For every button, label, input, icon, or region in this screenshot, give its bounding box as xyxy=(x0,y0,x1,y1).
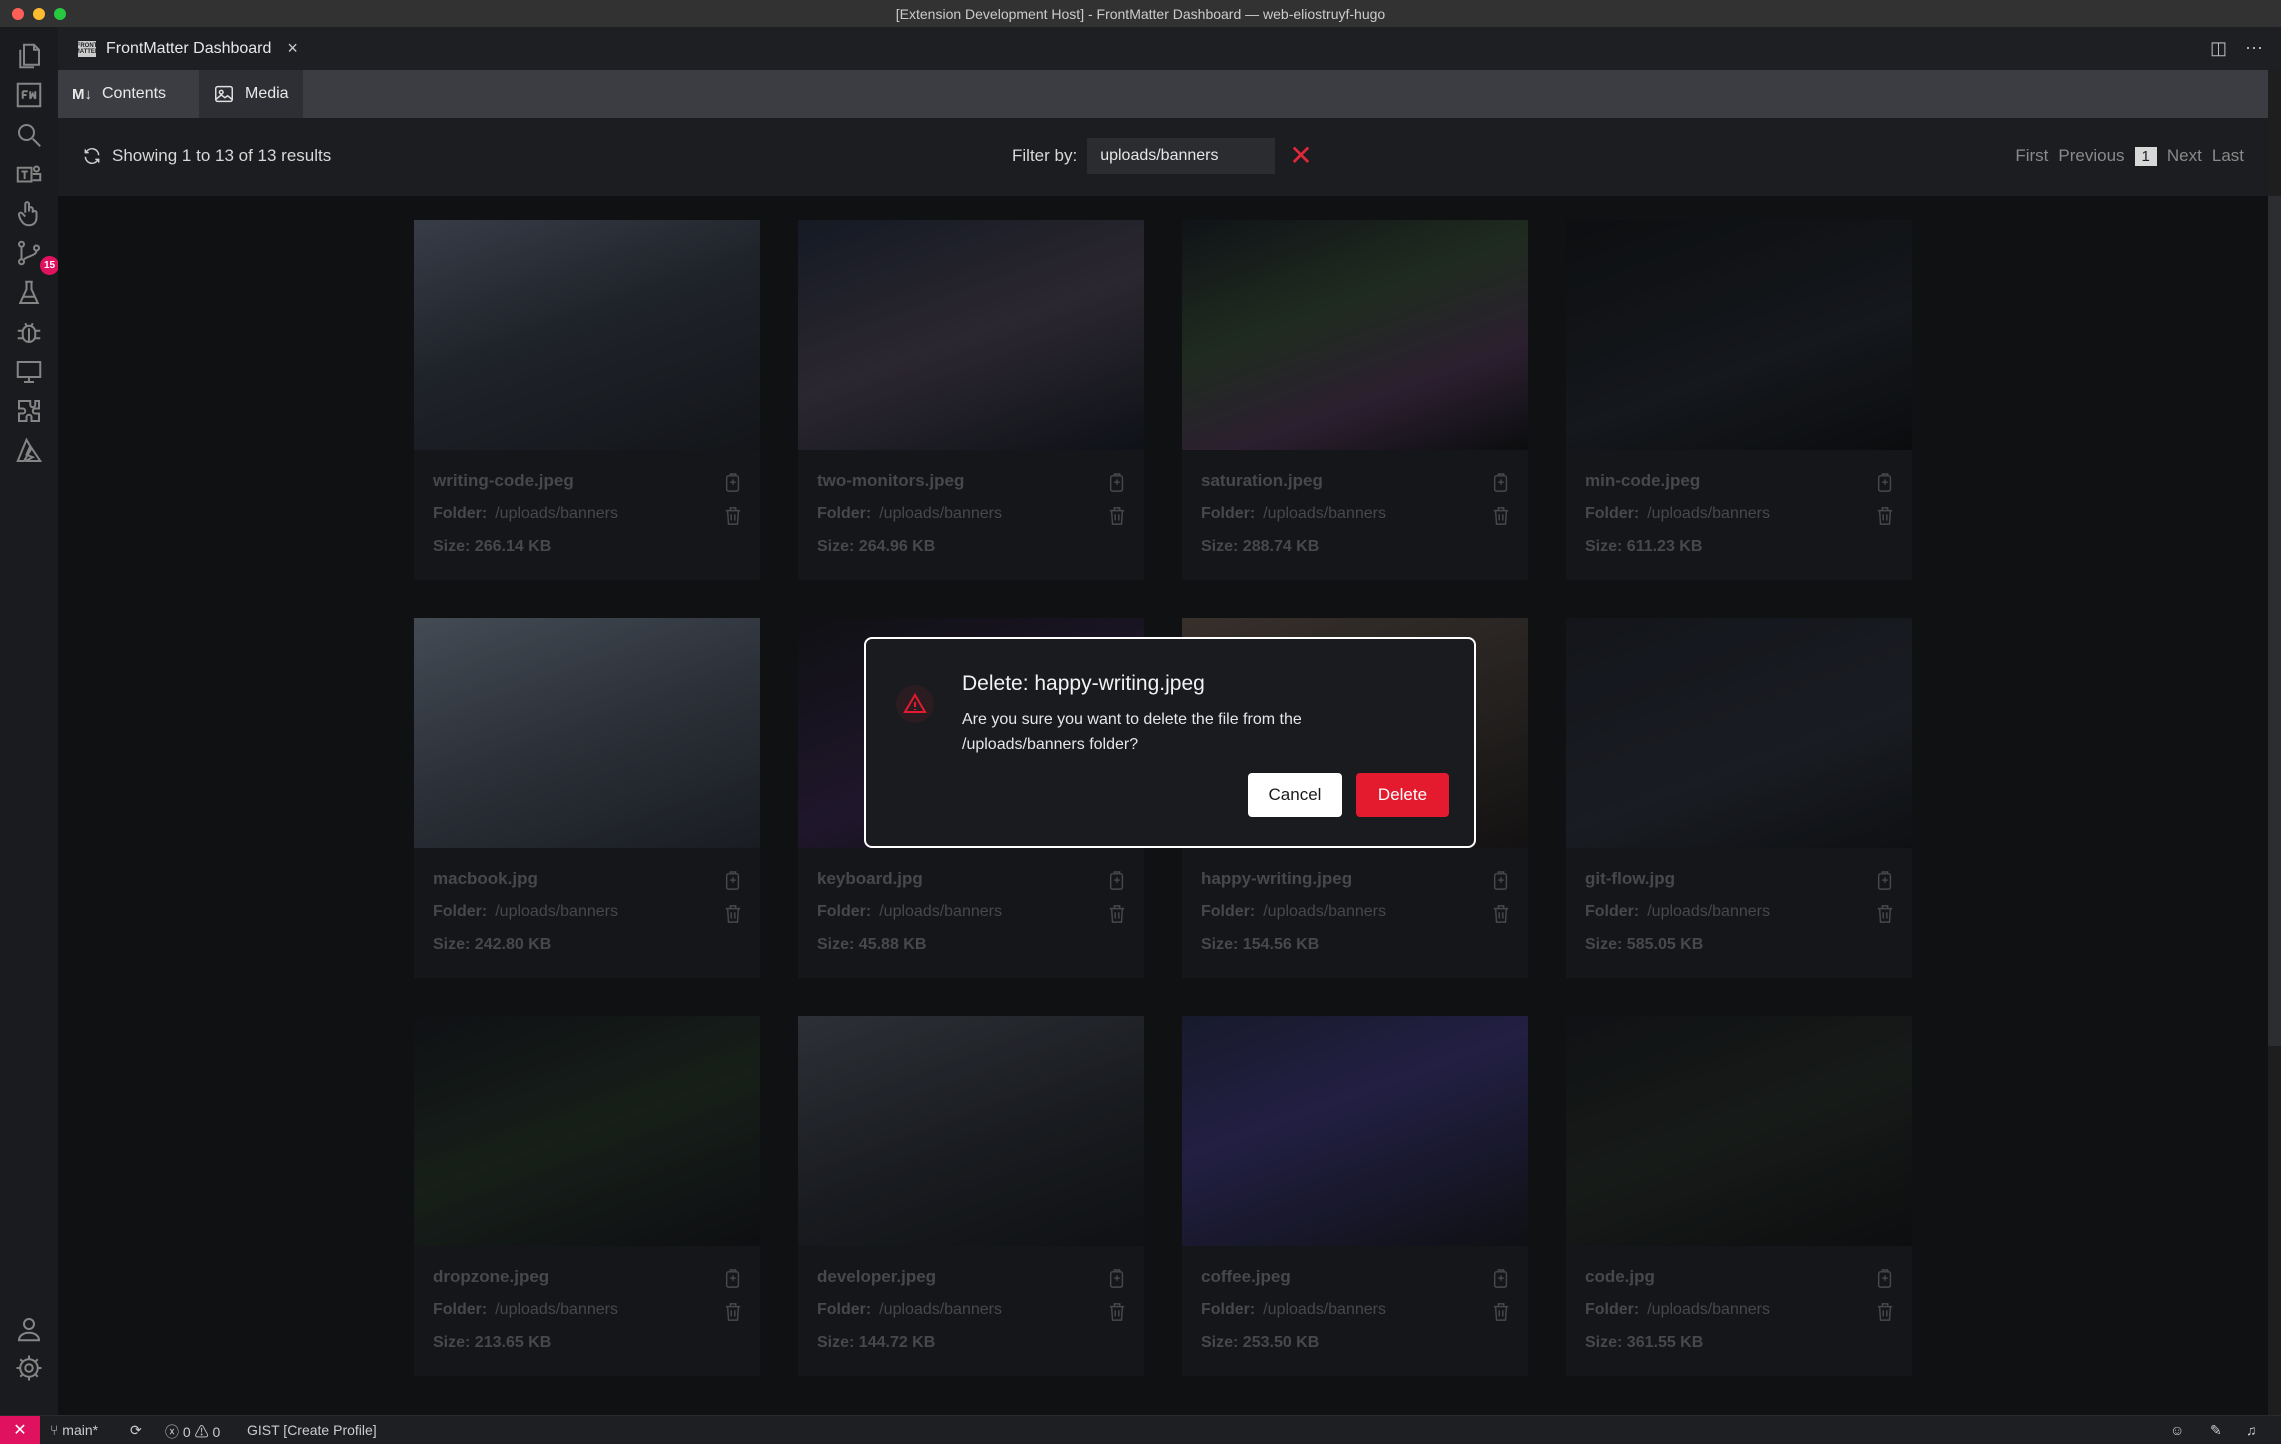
error-icon: ⓧ xyxy=(165,1424,179,1440)
extensions-icon[interactable] xyxy=(13,395,45,427)
tab-frontmatter-dashboard[interactable]: FRONT MATTER FrontMatter Dashboard × xyxy=(68,27,310,70)
tab-contents[interactable]: M↓ Contents xyxy=(58,70,180,118)
branch-name: main* xyxy=(62,1422,99,1438)
results-count: Showing 1 to 13 of 13 results xyxy=(112,146,332,165)
maximize-window-button[interactable] xyxy=(54,8,66,20)
title-bar: [Extension Development Host] - FrontMatt… xyxy=(0,0,2281,27)
pager-current[interactable]: 1 xyxy=(2134,146,2157,166)
refresh-icon[interactable] xyxy=(82,146,102,166)
pager-next[interactable]: Next xyxy=(2167,146,2202,166)
window-title: [Extension Development Host] - FrontMatt… xyxy=(895,5,1386,22)
testing-icon[interactable] xyxy=(13,277,45,309)
close-window-button[interactable] xyxy=(12,8,24,20)
dialog-title: Delete: happy-writing.jpeg xyxy=(962,672,1205,695)
more-actions-icon[interactable]: ⋯ xyxy=(2245,38,2263,59)
pagination: First Previous 1 Next Last xyxy=(2015,146,2244,166)
status-bar: ✕ ⑂ main* ⟳ ⓧ 0 ⚠ 0 GIST [Create Profile… xyxy=(0,1415,2281,1444)
media-toolbar: Showing 1 to 13 of 13 results Filter by:… xyxy=(58,118,2268,197)
pager-first[interactable]: First xyxy=(2015,146,2048,166)
markdown-icon: M↓ xyxy=(72,85,92,103)
cancel-button[interactable]: Cancel xyxy=(1248,773,1342,817)
filter-label: Filter by: xyxy=(1012,146,1078,165)
tab-contents-label: Contents xyxy=(102,85,167,102)
image-icon xyxy=(215,85,233,103)
branch-icon: ⑂ xyxy=(50,1422,59,1438)
window-controls[interactable] xyxy=(12,8,66,20)
scrollbar-thumb[interactable] xyxy=(2268,196,2281,1046)
remote-indicator-icon[interactable]: ✕ xyxy=(0,1416,40,1444)
filter-group: Filter by: uploads/banners ✕ xyxy=(1012,138,1313,174)
close-icon[interactable]: × xyxy=(287,38,298,59)
delete-dialog: Delete: happy-writing.jpeg Are you sure … xyxy=(864,637,1476,848)
pager-previous[interactable]: Previous xyxy=(2058,146,2124,166)
tab-media[interactable]: Media xyxy=(199,70,303,118)
dialog-message: Are you sure you want to delete the file… xyxy=(962,711,1302,753)
warning-count: 0 xyxy=(212,1424,221,1440)
settings-gear-icon[interactable] xyxy=(13,1352,45,1384)
filter-input[interactable]: uploads/banners xyxy=(1087,138,1276,174)
pointer-icon[interactable] xyxy=(13,198,45,230)
frontmatter-logo-icon: FRONT MATTER xyxy=(74,40,100,57)
tab-media-label: Media xyxy=(245,85,289,102)
source-control-icon[interactable]: 15 xyxy=(13,237,59,275)
activity-bar: 15 xyxy=(0,27,59,1415)
minimize-window-button[interactable] xyxy=(33,8,45,20)
debug-icon[interactable] xyxy=(13,316,45,348)
account-icon[interactable] xyxy=(13,1313,45,1345)
tab-label: FrontMatter Dashboard xyxy=(106,39,272,57)
frontmatter-icon[interactable] xyxy=(13,79,45,111)
feedback-icon[interactable]: ✎ xyxy=(2210,1422,2222,1439)
remote-explorer-icon[interactable] xyxy=(13,356,45,388)
delete-button[interactable]: Delete xyxy=(1356,773,1449,817)
azure-icon[interactable] xyxy=(13,435,45,467)
teams-icon[interactable] xyxy=(13,158,45,190)
copilot-icon[interactable]: ☺ xyxy=(2170,1422,2184,1438)
clear-filter-icon[interactable]: ✕ xyxy=(1289,142,1312,170)
source-control-badge: 15 xyxy=(40,256,59,275)
explorer-icon[interactable] xyxy=(13,40,45,72)
pager-last[interactable]: Last xyxy=(2212,146,2244,166)
warning-small-icon: ⚠ xyxy=(194,1424,209,1440)
error-count: 0 xyxy=(182,1424,191,1440)
notifications-bell-icon[interactable]: ♫ xyxy=(2246,1422,2257,1438)
results-summary: Showing 1 to 13 of 13 results xyxy=(82,146,331,166)
gist-profile[interactable]: GIST [Create Profile] xyxy=(247,1422,377,1438)
problems-indicator[interactable]: ⓧ 0 ⚠ 0 xyxy=(165,1422,220,1442)
editor-actions: ◫ ⋯ xyxy=(2210,38,2263,59)
split-editor-icon[interactable]: ◫ xyxy=(2210,38,2227,59)
dashboard-nav: M↓ Contents Media xyxy=(58,70,2268,118)
sync-icon[interactable]: ⟳ xyxy=(130,1422,142,1439)
editor-tab-bar: FRONT MATTER FrontMatter Dashboard × ◫ ⋯ xyxy=(58,27,2281,70)
search-icon[interactable] xyxy=(13,119,45,151)
branch-indicator[interactable]: ⑂ main* xyxy=(50,1422,98,1438)
warning-icon xyxy=(896,685,934,723)
